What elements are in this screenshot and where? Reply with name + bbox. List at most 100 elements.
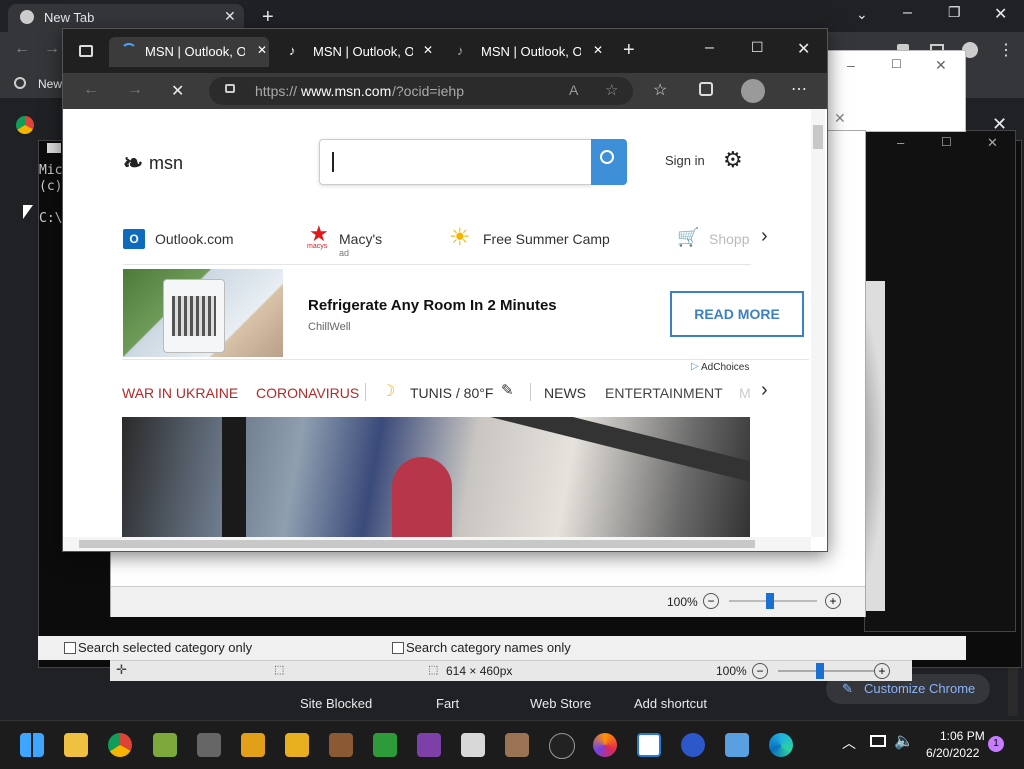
bookmark-label[interactable]: New — [38, 77, 62, 91]
favorites-icon[interactable]: ☆ — [653, 80, 667, 100]
close-tab-icon[interactable]: ✕ — [224, 8, 236, 25]
paint-zoom-in-icon[interactable]: + — [874, 663, 890, 679]
file-explorer-icon[interactable] — [64, 733, 88, 757]
adchoices-link[interactable]: AdChoices — [701, 362, 749, 373]
nav-war-in-ukraine[interactable]: WAR IN UKRAINE — [122, 385, 238, 401]
edge-new-tab-icon[interactable]: + — [623, 39, 635, 62]
gear-icon[interactable]: ⚙ — [723, 147, 743, 173]
read-aloud-icon[interactable]: A — [569, 82, 578, 98]
nav-entertainment[interactable]: ENTERTAINMENT — [605, 385, 723, 401]
ad-image[interactable] — [123, 269, 283, 357]
edge-tab-3[interactable]: ♪ MSN | Outlook, Off ✕ — [445, 37, 605, 67]
close-window-icon[interactable]: ✕ — [994, 4, 1007, 24]
back-icon[interactable]: ← — [14, 40, 30, 58]
edge-settings-menu-icon[interactable]: ⋯ — [791, 79, 807, 99]
menu-icon[interactable]: ⋮ — [998, 40, 1014, 60]
quicklink-outlook[interactable]: Outlook.com — [155, 231, 234, 247]
checkbox-selected-category[interactable] — [64, 642, 76, 654]
edge-tab-2[interactable]: ♪ MSN | Outlook, Off ✕ — [277, 37, 437, 67]
nav-more[interactable]: M — [739, 385, 751, 401]
nav-next-icon[interactable]: › — [761, 379, 768, 402]
edge-tab-3-close-icon[interactable]: ✕ — [593, 43, 603, 57]
shortcut-site-blocked[interactable]: Site Blocked — [300, 696, 372, 711]
ad-title[interactable]: Refrigerate Any Room In 2 Minutes — [308, 297, 557, 314]
quicklink-summer-camp[interactable]: Free Summer Camp — [483, 231, 610, 247]
x-app-icon[interactable] — [681, 733, 705, 757]
shield-icon[interactable] — [241, 733, 265, 757]
firefox-icon[interactable] — [593, 733, 617, 757]
msn-search-button[interactable] — [591, 139, 627, 185]
quicklink-macys[interactable]: Macy's — [339, 231, 382, 247]
dialog-min-icon[interactable]: – — [847, 57, 855, 73]
edge-forward-icon[interactable]: → — [127, 81, 143, 99]
chrome-taskbar-icon[interactable] — [108, 733, 132, 757]
hero-image[interactable] — [122, 417, 750, 551]
nav-coronavirus[interactable]: CORONAVIRUS — [256, 385, 359, 401]
edge-tab-1-close-icon[interactable]: ✕ — [257, 43, 267, 57]
app-triangle-icon[interactable] — [153, 733, 177, 757]
monkey-icon[interactable] — [505, 733, 529, 757]
edge-close-icon[interactable]: ✕ — [797, 39, 810, 59]
add-favorite-icon[interactable]: ☆ — [605, 81, 618, 99]
tab-actions-icon[interactable] — [79, 45, 93, 57]
wii-icon[interactable] — [461, 733, 485, 757]
read-more-button[interactable]: READ MORE — [670, 291, 804, 337]
quicklinks-next-icon[interactable]: › — [761, 225, 768, 248]
checkbox-category-names[interactable] — [392, 642, 404, 654]
vertical-scrollbar[interactable] — [811, 109, 825, 537]
clock-time[interactable]: 1:06 PM — [940, 729, 985, 743]
vertical-scroll-thumb[interactable] — [813, 125, 823, 149]
security-icon[interactable] — [285, 733, 309, 757]
dialog-close-icon[interactable]: ✕ — [935, 57, 947, 74]
sign-in-link[interactable]: Sign in — [665, 153, 705, 168]
window-app-icon[interactable] — [637, 733, 661, 757]
collections-icon[interactable] — [699, 82, 713, 96]
paint-zoom-thumb[interactable] — [816, 663, 824, 679]
restore-icon[interactable]: ❐ — [948, 4, 961, 21]
shortcut-fart[interactable]: Fart — [436, 696, 459, 711]
quicklink-shopping[interactable]: Shopp — [709, 231, 749, 247]
new-tab-icon[interactable]: + — [262, 6, 274, 29]
download-icon[interactable] — [373, 733, 397, 757]
edit-location-icon[interactable]: ✎ — [501, 381, 514, 399]
edge-tab-1[interactable]: MSN | Outlook, Off ✕ — [109, 37, 269, 67]
notepad-icon[interactable] — [725, 733, 749, 757]
sky-app-icon[interactable] — [197, 733, 221, 757]
network-icon[interactable] — [870, 735, 886, 747]
shortcut-add[interactable]: Add shortcut — [634, 696, 707, 711]
horizontal-scrollbar[interactable] — [63, 537, 811, 551]
volume-icon[interactable]: 🔈 — [894, 731, 914, 751]
zoom-in-icon[interactable]: + — [825, 593, 841, 609]
dialog-maximize-icon[interactable]: ☐ — [891, 57, 902, 71]
edge-minimize-icon[interactable]: – — [705, 39, 714, 57]
dark-minimize-icon[interactable]: – — [897, 135, 904, 150]
nav-weather[interactable]: TUNIS / 80°F — [410, 385, 493, 401]
clock-date[interactable]: 6/20/2022 — [926, 746, 979, 760]
coffee-bean-icon[interactable] — [329, 733, 353, 757]
edge-tab-2-close-icon[interactable]: ✕ — [423, 43, 433, 57]
horizontal-scroll-thumb[interactable] — [79, 540, 755, 548]
paint-zoom-out-icon[interactable]: − — [752, 663, 768, 679]
game-icon[interactable] — [417, 733, 441, 757]
paint-zoom-slider[interactable] — [778, 670, 874, 672]
shortcut-web-store[interactable]: Web Store — [530, 696, 591, 711]
notification-badge[interactable]: 1 — [988, 736, 1004, 752]
dark-close-icon[interactable]: ✕ — [987, 135, 998, 151]
popup-close-icon[interactable]: ✕ — [834, 110, 846, 127]
nav-news[interactable]: NEWS — [544, 385, 586, 401]
msn-logo-text[interactable]: msn — [149, 153, 183, 174]
stop-loading-icon[interactable]: ✕ — [171, 81, 184, 101]
ninja-icon[interactable] — [549, 733, 575, 759]
forward-icon[interactable]: → — [44, 40, 60, 58]
zoom-out-icon[interactable]: − — [703, 593, 719, 609]
dark-maximize-icon[interactable]: ☐ — [941, 135, 952, 149]
url-field[interactable]: https:// www.msn.com /?ocid=iehp A ☆ — [209, 77, 633, 105]
edge-maximize-icon[interactable]: ☐ — [751, 39, 764, 56]
tab-search-icon[interactable]: ⌄ — [856, 6, 868, 23]
edge-taskbar-icon[interactable] — [769, 733, 793, 757]
edge-back-icon[interactable]: ← — [83, 81, 99, 99]
start-windows-icon[interactable] — [20, 733, 44, 757]
minimize-icon[interactable]: – — [903, 4, 912, 22]
show-hidden-icons[interactable]: ︿ — [842, 733, 856, 753]
zoom-slider-thumb[interactable] — [766, 593, 774, 609]
